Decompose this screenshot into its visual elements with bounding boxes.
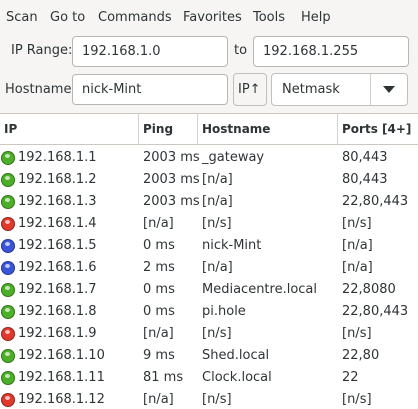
hostname-cell: Clock.local: [202, 370, 272, 385]
table-row[interactable]: 192.168.1.6 2 ms [n/a] [n/a]: [0, 257, 418, 279]
ports-cell: [n/s]: [342, 326, 372, 341]
ping-cell: 0 ms: [143, 304, 175, 319]
ip-cell: 192.168.1.3: [18, 194, 97, 209]
menu-help[interactable]: Help: [301, 10, 331, 25]
ports-cell: [n/s]: [342, 216, 372, 231]
host-status-icon: [1, 173, 15, 187]
ping-cell: 9 ms: [143, 348, 175, 363]
ip-cell: 192.168.1.2: [18, 172, 97, 187]
ip-cell: 192.168.1.12: [18, 392, 105, 407]
host-status-icon: [1, 239, 15, 253]
host-status-icon: [1, 393, 15, 407]
ports-cell: [n/s]: [342, 392, 372, 407]
table-row[interactable]: 192.168.1.10 9 ms Shed.local 22,80: [0, 345, 418, 367]
ip-cell: 192.168.1.10: [18, 348, 105, 363]
ip-cell: 192.168.1.6: [18, 260, 97, 275]
table-row[interactable]: 192.168.1.8 0 ms pi.hole 22,80,443: [0, 301, 418, 323]
hostname-cell: [n/a]: [202, 260, 233, 275]
netmask-dropdown[interactable]: Netmask: [271, 73, 408, 106]
ports-cell: 80,443: [342, 172, 388, 187]
host-status-icon: [1, 371, 15, 385]
table-row[interactable]: 192.168.1.2 2003 ms [n/a] 80,443: [0, 169, 418, 191]
ip-lookup-button-label: IP↑: [238, 82, 261, 97]
menu-favorites[interactable]: Favorites: [183, 10, 242, 25]
hostname-cell: [n/s]: [202, 216, 232, 231]
host-status-icon: [1, 327, 15, 341]
ports-cell: 22,80: [342, 348, 380, 363]
column-header-ping[interactable]: Ping: [139, 114, 198, 144]
menu-scan[interactable]: Scan: [6, 10, 38, 25]
ping-cell: 2003 ms: [143, 194, 200, 209]
results-table: IP Ping Hostname Ports [4+] 192.168.1.1 2…: [0, 113, 418, 409]
ip-cell: 192.168.1.4: [18, 216, 97, 231]
table-row[interactable]: 192.168.1.5 0 ms nick-Mint [n/a]: [0, 235, 418, 257]
table-header: IP Ping Hostname Ports [4+]: [0, 114, 418, 145]
ping-cell: 2003 ms: [143, 150, 200, 165]
host-status-icon: [1, 305, 15, 319]
ports-cell: [n/a]: [342, 238, 373, 253]
netmask-dropdown-value: Netmask: [282, 82, 340, 97]
ping-cell: 81 ms: [143, 370, 184, 385]
ports-cell: [n/a]: [342, 260, 373, 275]
table-row[interactable]: 192.168.1.9 [n/a] [n/s] [n/s]: [0, 323, 418, 345]
table-row[interactable]: 192.168.1.11 81 ms Clock.local 22: [0, 367, 418, 389]
ports-cell: 22,80,443: [342, 194, 409, 209]
hostname-cell: _gateway: [202, 150, 265, 165]
ip-cell: 192.168.1.9: [18, 326, 97, 341]
table-row[interactable]: 192.168.1.4 [n/a] [n/s] [n/s]: [0, 213, 418, 235]
table-row[interactable]: 192.168.1.1 2003 ms _gateway 80,443: [0, 147, 418, 169]
ip-cell: 192.168.1.8: [18, 304, 97, 319]
ports-cell: 22,8080: [342, 282, 396, 297]
menu-bar: Scan Go to Commands Favorites Tools Help: [0, 0, 418, 34]
hostname-cell: pi.hole: [202, 304, 246, 319]
host-status-icon: [1, 151, 15, 165]
hostname-cell: [n/a]: [202, 172, 233, 187]
ip-lookup-button[interactable]: IP↑: [233, 73, 267, 106]
host-status-icon: [1, 283, 15, 297]
ping-cell: 0 ms: [143, 282, 175, 297]
host-status-icon: [1, 195, 15, 209]
ip-cell: 192.168.1.5: [18, 238, 97, 253]
ping-cell: [n/a]: [143, 392, 174, 407]
table-row[interactable]: 192.168.1.7 0 ms Mediacentre.local 22,8080: [0, 279, 418, 301]
menu-goto[interactable]: Go to: [50, 10, 85, 25]
hostname-cell: Shed.local: [202, 348, 270, 363]
host-status-icon: [1, 261, 15, 275]
column-header-ip[interactable]: IP: [0, 114, 139, 144]
table-row[interactable]: 192.168.1.12 [n/a] [n/s] [n/s]: [0, 389, 418, 409]
chevron-down-icon[interactable]: [383, 86, 395, 93]
ip-cell: 192.168.1.1: [18, 150, 97, 165]
column-header-hostname[interactable]: Hostname: [198, 114, 338, 144]
dropdown-separator: [370, 74, 371, 105]
hostname-cell: nick-Mint: [202, 238, 262, 253]
hostname-cell: Mediacentre.local: [202, 282, 318, 297]
hostname-label: Hostname:: [5, 82, 76, 97]
ip-range-to-label: to: [234, 43, 248, 58]
ping-cell: [n/a]: [143, 216, 174, 231]
ports-cell: 22: [342, 370, 359, 385]
ip-range-start-input[interactable]: 192.168.1.0: [72, 36, 228, 67]
table-row[interactable]: 192.168.1.3 2003 ms [n/a] 22,80,443: [0, 191, 418, 213]
ip-range-end-input[interactable]: 192.168.1.255: [253, 36, 409, 67]
ip-cell: 192.168.1.11: [18, 370, 105, 385]
hostname-input[interactable]: nick-Mint: [72, 74, 228, 105]
host-status-icon: [1, 217, 15, 231]
column-header-ports[interactable]: Ports [4+]: [338, 114, 418, 144]
ping-cell: [n/a]: [143, 326, 174, 341]
hostname-cell: [n/s]: [202, 392, 232, 407]
host-status-icon: [1, 349, 15, 363]
ping-cell: 2 ms: [143, 260, 175, 275]
menu-tools[interactable]: Tools: [253, 10, 285, 25]
ports-cell: 80,443: [342, 150, 388, 165]
hostname-cell: [n/s]: [202, 326, 232, 341]
menu-commands[interactable]: Commands: [98, 10, 172, 25]
ports-cell: 22,80,443: [342, 304, 409, 319]
ip-cell: 192.168.1.7: [18, 282, 97, 297]
ping-cell: 2003 ms: [143, 172, 200, 187]
ip-range-label: IP Range:: [11, 43, 73, 58]
hostname-cell: [n/a]: [202, 194, 233, 209]
ping-cell: 0 ms: [143, 238, 175, 253]
